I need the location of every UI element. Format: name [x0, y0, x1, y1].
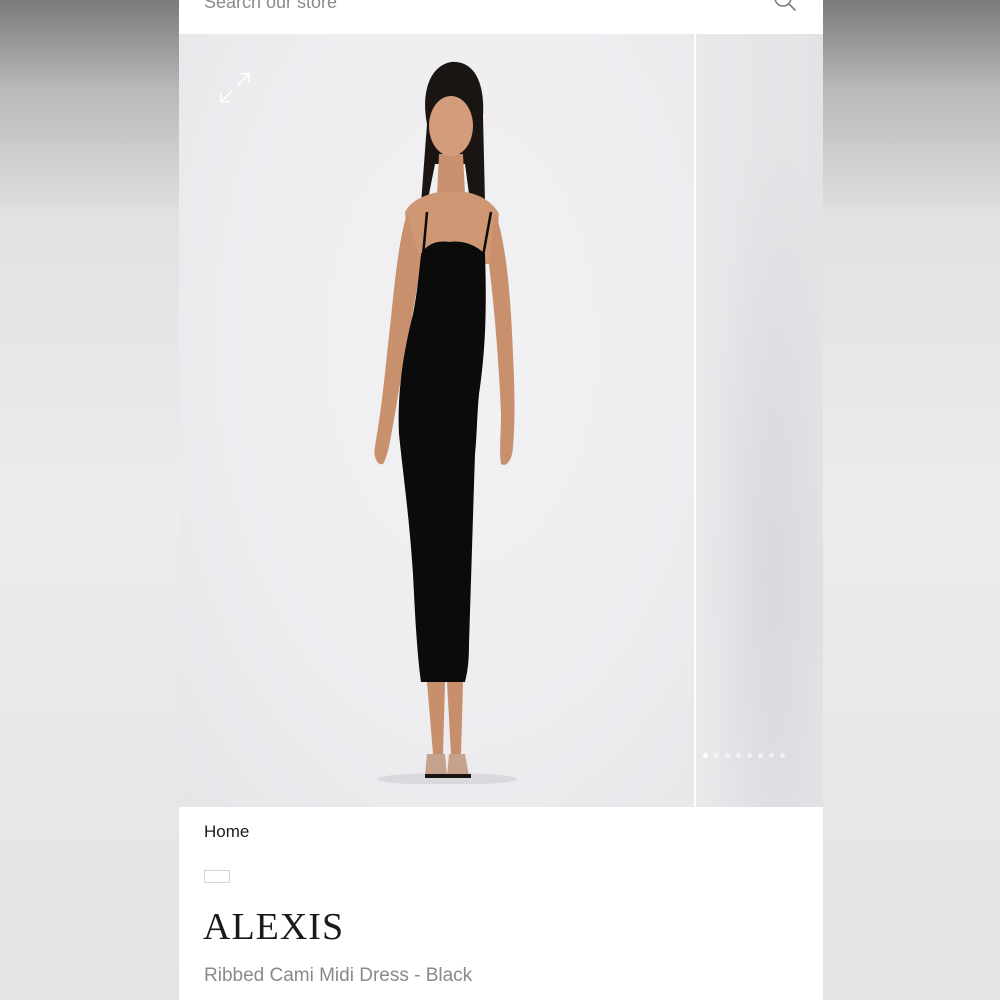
pagination-dot[interactable] [725, 753, 730, 758]
pagination-dot[interactable] [736, 753, 741, 758]
search-input[interactable] [204, 0, 724, 16]
product-brand: ALEXIS [203, 906, 345, 948]
model-photo [374, 61, 517, 784]
product-page: Home ALEXIS Ribbed Cami Midi Dress - Bla… [179, 0, 823, 1000]
color-swatch[interactable] [204, 870, 230, 883]
search-icon[interactable] [772, 0, 798, 13]
pagination-dot[interactable] [780, 753, 785, 758]
breadcrumb-home[interactable]: Home [204, 822, 249, 842]
gallery-pagination [703, 753, 785, 759]
next-image-shading [696, 34, 823, 807]
product-image-gallery[interactable] [179, 34, 823, 807]
product-title: Ribbed Cami Midi Dress - Black [204, 965, 473, 986]
pagination-dot[interactable] [747, 753, 752, 758]
pagination-dot[interactable] [769, 753, 774, 758]
product-image-main[interactable] [179, 34, 694, 807]
pagination-dot[interactable] [703, 753, 708, 758]
pagination-dot[interactable] [714, 753, 719, 758]
product-image-next[interactable] [696, 34, 823, 807]
search-bar [179, 0, 823, 34]
expand-icon[interactable] [217, 70, 253, 106]
pagination-dot[interactable] [758, 753, 763, 758]
